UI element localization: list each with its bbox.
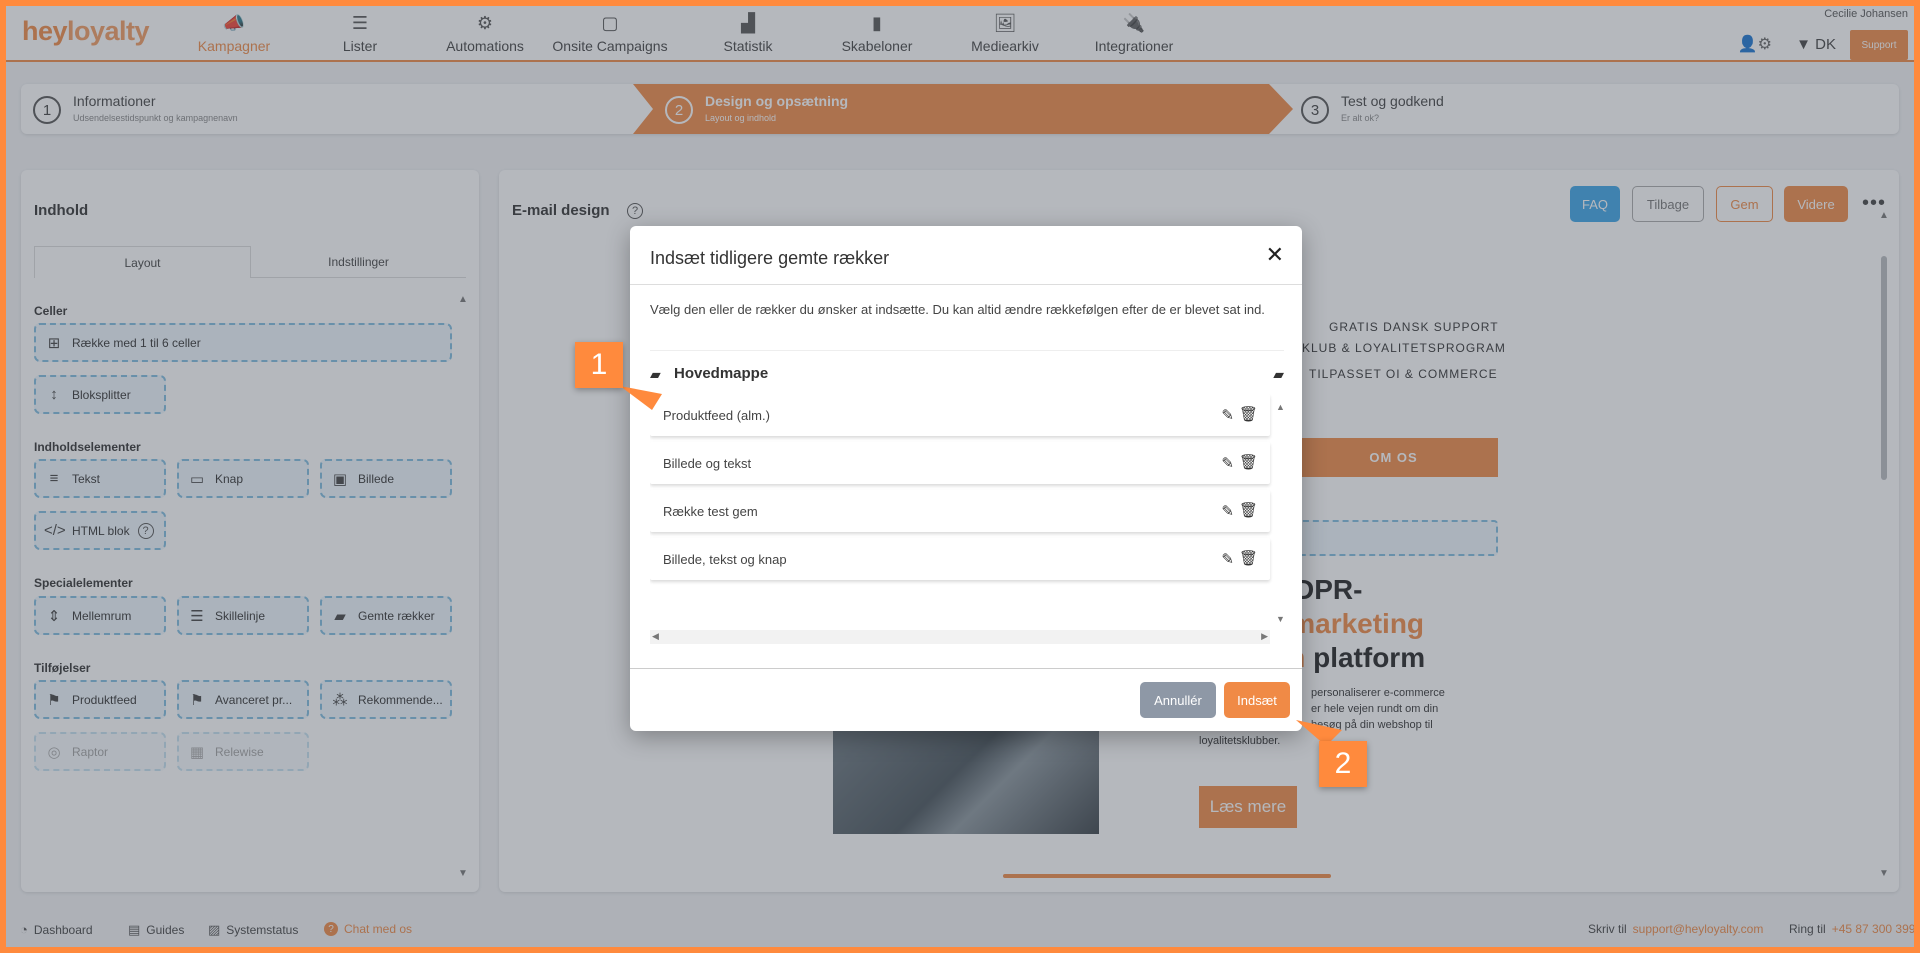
insert-saved-rows-modal: Indsæt tidligere gemte rækker ✕ Vælg den…	[630, 226, 1302, 731]
pencil-icon[interactable]: ✎	[1221, 406, 1234, 424]
app-window: heyloyalty 📣 Kampagner ☰ Lister ⚙ Automa…	[6, 6, 1914, 947]
saved-rows-list: Produktfeed (alm.) ✎ 🗑 Billede og tekst …	[650, 394, 1284, 626]
folder-open-icon: ▰	[650, 366, 661, 382]
modal-description: Vælg den eller de rækker du ønsker at in…	[650, 302, 1265, 317]
divider	[630, 284, 1302, 285]
trash-icon[interactable]: 🗑	[1239, 501, 1258, 519]
folder-icon[interactable]: ▰	[1273, 366, 1284, 383]
callout-badge-1: 1	[575, 342, 623, 388]
callout-badge-2: 2	[1319, 741, 1367, 787]
pencil-icon[interactable]: ✎	[1221, 502, 1234, 520]
scroll-left-icon[interactable]: ◀	[652, 631, 659, 642]
folder-header[interactable]: ▰ Hovedmappe ▰	[650, 360, 1284, 390]
row-name: Billede og tekst	[663, 456, 752, 471]
cancel-button[interactable]: Annullér	[1140, 682, 1216, 718]
horizontal-scrollbar[interactable]: ◀ ▶	[650, 630, 1270, 644]
row-name: Række test gem	[663, 504, 758, 519]
pencil-icon[interactable]: ✎	[1221, 550, 1234, 568]
divider	[650, 350, 1284, 351]
trash-icon[interactable]: 🗑	[1239, 453, 1258, 471]
insert-button[interactable]: Indsæt	[1224, 682, 1290, 718]
modal-title: Indsæt tidligere gemte rækker	[650, 248, 890, 268]
close-icon[interactable]: ✕	[1266, 242, 1284, 268]
row-name: Produktfeed (alm.)	[663, 408, 770, 423]
row-name: Billede, tekst og knap	[663, 552, 787, 567]
folder-name: Hovedmappe	[674, 365, 769, 382]
saved-row-item[interactable]: Produktfeed (alm.) ✎ 🗑	[650, 394, 1270, 436]
saved-row-item[interactable]: Række test gem ✎ 🗑	[650, 490, 1270, 532]
pencil-icon[interactable]: ✎	[1221, 454, 1234, 472]
saved-row-item[interactable]: Billede, tekst og knap ✎ 🗑	[650, 538, 1270, 580]
list-scroll-down-icon[interactable]: ▼	[1276, 614, 1285, 624]
list-scroll-up-icon[interactable]: ▲	[1276, 402, 1285, 412]
trash-icon[interactable]: 🗑	[1239, 405, 1258, 423]
scroll-right-icon[interactable]: ▶	[1261, 631, 1268, 642]
divider	[630, 668, 1302, 669]
saved-row-item[interactable]: Billede og tekst ✎ 🗑	[650, 442, 1270, 484]
trash-icon[interactable]: 🗑	[1239, 549, 1258, 567]
